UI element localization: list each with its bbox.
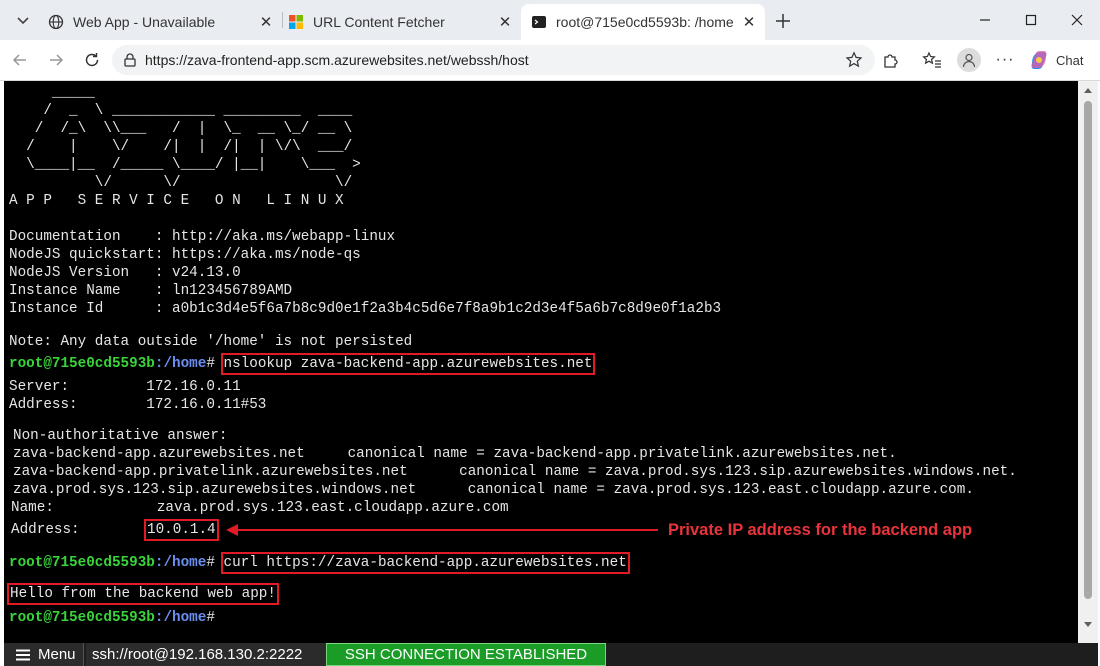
tab-title: Web App - Unavailable [73,14,216,30]
ellipsis-icon: ··· [995,51,1015,68]
tab-url-fetcher[interactable]: URL Content Fetcher ✕ [278,4,521,40]
favorite-star-icon[interactable] [845,51,863,74]
profile-avatar[interactable] [957,48,981,72]
minimize-button[interactable] [972,8,998,32]
copilot-icon [1031,51,1047,69]
plus-icon [776,14,790,28]
forward-button[interactable] [44,48,68,72]
prompt-user: root@715e0cd5593b [9,356,155,372]
extensions-button[interactable] [880,49,902,71]
maximize-icon [1025,14,1037,26]
prompt-symbol: # [206,356,215,372]
url-text[interactable]: https://zava-frontend-app.scm.azurewebsi… [145,52,529,68]
cname-line: zava-backend-app.privatelink.azurewebsit… [13,464,1017,480]
close-icon[interactable]: ✕ [741,14,757,31]
chat-label: Chat [1056,52,1084,68]
close-icon[interactable]: ✕ [258,14,274,31]
tab-actions-menu[interactable] [8,6,38,34]
more-options-button[interactable]: ··· [994,49,1016,71]
tab-title: URL Content Fetcher [313,14,445,30]
terminal-icon [531,14,547,30]
prompt-path: :/home [154,555,207,571]
windows-logo-icon [288,14,304,30]
annotation-arrow-icon [226,524,658,536]
terminal-scrollbar[interactable] [1078,81,1098,643]
connection-status-badge: SSH CONNECTION ESTABLISHED [326,643,606,666]
nslookup-command: nslookup zava-backend-app.azurewebsites.… [220,353,596,375]
tab-terminal[interactable]: root@715e0cd5593b: /home ✕ [521,4,765,40]
minimize-icon [980,19,990,21]
close-icon [1071,14,1083,26]
arrow-right-icon [50,54,64,66]
banner-subtitle: A P P S E R V I C E O N L I N U X [9,193,344,209]
scroll-up-icon[interactable] [1083,86,1093,94]
resolved-name-line: Name: zava.prod.sys.123.east.cloudapp.az… [11,500,509,516]
maximize-button[interactable] [1018,8,1044,32]
refresh-icon [85,53,99,67]
webssh-status-bar: Menu ssh://root@192.168.130.2:2222 SSH C… [4,643,1098,666]
hamburger-icon [16,649,30,660]
refresh-button[interactable] [80,48,104,72]
prompt-symbol: # [206,555,215,571]
dns-server-line: Server: 172.16.0.11 [9,379,241,395]
info-instance-id: Instance Id : a0b1c3d4e5f6a7b8c9d0e1f2a3… [9,301,722,317]
curl-output: Hello from the backend web app! [7,583,279,605]
scroll-down-icon[interactable] [1083,621,1093,629]
curl-command: curl https://zava-backend-app.azurewebsi… [220,552,630,574]
info-documentation: Documentation : http://aka.ms/webapp-lin… [9,229,396,245]
globe-icon [48,14,64,30]
info-instance-name: Instance Name : ln123456789AMD [9,283,293,299]
info-node-quickstart: NodeJS quickstart: https://aka.ms/node-q… [9,247,361,263]
prompt-line[interactable]: root@715e0cd5593b:/home# [9,610,215,626]
address-bar[interactable]: https://zava-frontend-app.scm.azurewebsi… [112,45,875,75]
non-authoritative-label: Non-authoritative answer: [13,428,228,444]
info-node-version: NodeJS Version : v24.13.0 [9,265,241,281]
private-ip-annotation: Private IP address for the backend app [668,521,973,539]
favorites-list-icon [922,51,941,68]
prompt-path: :/home [154,610,207,626]
copilot-chat-button[interactable]: Chat [1028,47,1092,73]
close-window-button[interactable] [1064,8,1090,32]
ssh-host-label: ssh://root@192.168.130.2:2222 [86,643,326,666]
scrollbar-thumb[interactable] [1084,101,1092,599]
tab-web-app[interactable]: Web App - Unavailable ✕ [38,4,282,40]
prompt-path: :/home [154,356,207,372]
prompt-line: root@715e0cd5593b:/home# nslookup zava-b… [9,353,596,375]
dns-address-line: Address: 172.16.0.11#53 [9,397,267,413]
chevron-down-icon [17,17,29,25]
persistence-note: Note: Any data outside '/home' is not pe… [9,334,413,350]
private-ip-value: 10.0.1.4 [144,519,219,541]
prompt-user: root@715e0cd5593b [9,555,155,571]
tab-title: root@715e0cd5593b: /home [556,14,734,30]
cname-line: zava.prod.sys.123.sip.azurewebsites.wind… [13,482,974,498]
terminal-screen[interactable]: _____ / _ \ ____________ _________ ____ … [4,81,1078,643]
menu-label: Menu [38,646,76,663]
arrow-left-icon [12,54,26,66]
prompt-symbol: # [206,610,215,626]
browser-toolbar: https://zava-frontend-app.scm.azurewebsi… [0,40,1100,81]
menu-button[interactable]: Menu [4,643,84,666]
prompt-line: root@715e0cd5593b:/home# curl https://za… [9,552,630,574]
resolved-address-label: Address: [11,522,80,538]
favorites-button[interactable] [921,49,943,71]
prompt-user: root@715e0cd5593b [9,610,155,626]
site-info-icon[interactable] [122,52,138,73]
cname-line: zava-backend-app.azurewebsites.net canon… [13,446,897,462]
back-button[interactable] [8,48,32,72]
new-tab-button[interactable] [770,8,796,34]
puzzle-icon [884,54,898,68]
close-icon[interactable]: ✕ [497,14,513,31]
tab-strip: Web App - Unavailable ✕ URL Content Fetc… [0,0,1100,40]
person-icon [962,53,976,68]
azure-ascii-logo: _____ / _ \ ____________ _________ ____ … [26,85,361,191]
